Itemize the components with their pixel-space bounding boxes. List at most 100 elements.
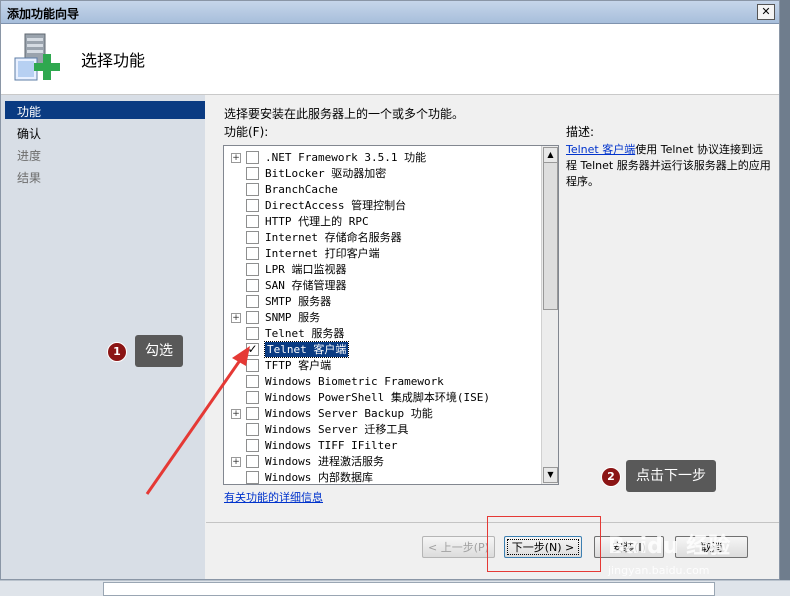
previous-button[interactable]: < 上一步(P) xyxy=(422,536,495,558)
feature-checkbox[interactable] xyxy=(246,407,259,420)
feature-row[interactable]: Windows Biometric Framework xyxy=(224,374,540,390)
expand-icon[interactable]: + xyxy=(231,153,241,163)
feature-row[interactable]: + Windows Server Backup 功能 xyxy=(224,406,540,422)
feature-row[interactable]: TFTP 客户端 xyxy=(224,358,540,374)
vertical-scrollbar[interactable]: ▲ ▼ xyxy=(541,146,558,484)
feature-label: Windows Biometric Framework xyxy=(265,375,444,388)
nav-item-progress: 进度 xyxy=(17,149,42,163)
feature-checkbox[interactable] xyxy=(246,279,259,292)
title-bar[interactable]: 添加功能向导 ✕ xyxy=(1,1,779,24)
nav-item-results: 结果 xyxy=(17,171,42,185)
feature-checkbox[interactable] xyxy=(246,423,259,436)
more-info-link[interactable]: 有关功能的详细信息 xyxy=(224,489,323,505)
description-label: 描述: xyxy=(566,125,595,139)
feature-label: LPR 端口监视器 xyxy=(265,263,347,276)
feature-row[interactable]: Windows Server 迁移工具 xyxy=(224,422,540,438)
feature-checkbox[interactable] xyxy=(246,231,259,244)
feature-row[interactable]: SMTP 服务器 xyxy=(224,294,540,310)
scroll-down-button[interactable]: ▼ xyxy=(543,467,558,483)
feature-checkbox[interactable] xyxy=(246,263,259,276)
feature-label: Windows 内部数据库 xyxy=(265,471,373,484)
feature-row[interactable]: Windows 内部数据库 xyxy=(224,470,540,484)
feature-label: Windows TIFF IFilter xyxy=(265,439,398,452)
step1-callout: 勾选 xyxy=(135,335,183,367)
background-pane xyxy=(103,582,715,596)
feature-label: TFTP 客户端 xyxy=(265,359,332,372)
feature-row[interactable]: + SNMP 服务 xyxy=(224,310,540,326)
feature-checkbox[interactable] xyxy=(246,359,259,372)
intro-text: 选择要安装在此服务器上的一个或多个功能。 xyxy=(224,107,465,121)
scroll-up-button[interactable]: ▲ xyxy=(543,147,558,163)
feature-checkbox[interactable] xyxy=(246,183,259,196)
feature-checkbox[interactable] xyxy=(246,295,259,308)
feature-checkbox[interactable] xyxy=(246,327,259,340)
close-button[interactable]: ✕ xyxy=(757,4,775,20)
feature-row[interactable]: + Windows 进程激活服务 xyxy=(224,454,540,470)
feature-label: Windows PowerShell 集成脚本环境(ISE) xyxy=(265,391,490,404)
add-features-wizard-window: 添加功能向导 ✕ 选择功能 功能 确认 进度 结果 选择要安装在此服务器上的一个… xyxy=(0,0,780,580)
feature-checkbox[interactable] xyxy=(246,311,259,324)
step1-badge: 1 xyxy=(107,342,127,362)
window-title: 添加功能向导 xyxy=(7,7,80,21)
feature-row[interactable]: Windows TIFF IFilter xyxy=(224,438,540,454)
wizard-header: 选择功能 xyxy=(1,24,779,95)
background-window-strip xyxy=(0,580,790,596)
feature-label: Windows Server 迁移工具 xyxy=(265,423,409,436)
feature-label: Internet 存储命名服务器 xyxy=(265,231,402,244)
feature-checkbox[interactable] xyxy=(246,455,259,468)
feature-label: .NET Framework 3.5.1 功能 xyxy=(265,151,427,164)
feature-checkbox[interactable] xyxy=(246,247,259,260)
feature-checkbox[interactable] xyxy=(246,151,259,164)
feature-row[interactable]: BitLocker 驱动器加密 xyxy=(224,166,540,182)
feature-label: Telnet 服务器 xyxy=(265,327,345,340)
feature-row[interactable]: SAN 存储管理器 xyxy=(224,278,540,294)
feature-row[interactable]: Internet 打印客户端 xyxy=(224,246,540,262)
feature-row[interactable]: Telnet 服务器 xyxy=(224,326,540,342)
feature-row[interactable]: BranchCache xyxy=(224,182,540,198)
watermark-logo: Baidu 经验 xyxy=(608,534,731,559)
expand-icon[interactable]: + xyxy=(231,313,241,323)
feature-checkbox[interactable] xyxy=(246,167,259,180)
feature-row[interactable]: LPR 端口监视器 xyxy=(224,262,540,278)
feature-label: BitLocker 驱动器加密 xyxy=(265,167,387,180)
feature-checkbox[interactable] xyxy=(246,199,259,212)
features-label: 功能(F): xyxy=(224,125,269,139)
nav-item-features[interactable]: 功能 xyxy=(17,103,41,120)
expand-icon[interactable]: + xyxy=(231,457,241,467)
feature-row[interactable]: Windows PowerShell 集成脚本环境(ISE) xyxy=(224,390,540,406)
description-link[interactable]: Telnet 客户端 xyxy=(566,143,635,156)
feature-label: Windows 进程激活服务 xyxy=(265,455,384,468)
feature-row[interactable]: + .NET Framework 3.5.1 功能 xyxy=(224,150,540,166)
features-list[interactable]: + .NET Framework 3.5.1 功能 BitLocker 驱动器加密 B… xyxy=(223,145,559,485)
feature-label: DirectAccess 管理控制台 xyxy=(265,199,407,212)
feature-checkbox[interactable] xyxy=(246,439,259,452)
feature-checkbox[interactable] xyxy=(246,471,259,484)
step2-callout: 点击下一步 xyxy=(626,460,716,492)
feature-checkbox[interactable]: ✓ xyxy=(246,343,259,356)
watermark-url: jingyan.baidu.com xyxy=(608,564,710,577)
feature-label: Internet 打印客户端 xyxy=(265,247,380,260)
feature-label: SMTP 服务器 xyxy=(265,295,332,308)
wizard-content: 选择要安装在此服务器上的一个或多个功能。 功能(F): 描述: Telnet 客… xyxy=(206,95,779,579)
feature-row[interactable]: Internet 存储命名服务器 xyxy=(224,230,540,246)
server-add-icon xyxy=(14,33,60,81)
feature-checkbox[interactable] xyxy=(246,215,259,228)
feature-row[interactable]: DirectAccess 管理控制台 xyxy=(224,198,540,214)
feature-label: SAN 存储管理器 xyxy=(265,279,347,292)
next-button-highlight-box xyxy=(487,516,601,572)
expand-icon[interactable]: + xyxy=(231,409,241,419)
feature-label: HTTP 代理上的 RPC xyxy=(265,215,369,228)
feature-label: Telnet 客户端 xyxy=(263,341,350,358)
description-panel: Telnet 客户端使用 Telnet 协议连接到远程 Telnet 服务器并运… xyxy=(566,142,771,190)
nav-item-confirm[interactable]: 确认 xyxy=(17,125,41,142)
feature-checkbox[interactable] xyxy=(246,391,259,404)
feature-label: BranchCache xyxy=(265,183,338,196)
scroll-thumb[interactable] xyxy=(543,162,558,310)
baidu-watermark: Baidu 经验 jingyan.baidu.com xyxy=(608,520,758,582)
step2-badge: 2 xyxy=(601,467,621,487)
feature-checkbox[interactable] xyxy=(246,375,259,388)
feature-row[interactable]: ✓ Telnet 客户端 xyxy=(224,341,540,358)
page-title: 选择功能 xyxy=(81,51,146,70)
feature-label: SNMP 服务 xyxy=(265,311,321,324)
feature-row[interactable]: HTTP 代理上的 RPC xyxy=(224,214,540,230)
